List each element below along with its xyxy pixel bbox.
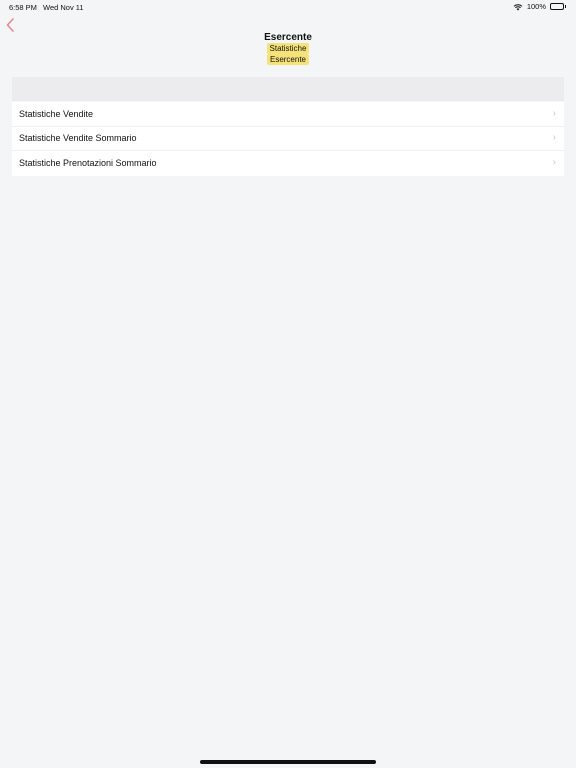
list-item-statistiche-vendite-sommario[interactable]: Statistiche Vendite Sommario › (12, 127, 564, 151)
list-item-statistiche-prenotazioni-sommario[interactable]: Statistiche Prenotazioni Sommario › (12, 151, 564, 176)
breadcrumb-item: Esercente (266, 54, 310, 65)
navigation-bar: Esercente Statistiche Esercente (0, 14, 576, 70)
section-header (12, 77, 564, 101)
chevron-right-icon: › (552, 157, 556, 169)
battery-tip (565, 5, 566, 8)
status-right: 100% (513, 2, 566, 11)
chevron-left-icon (6, 18, 14, 32)
list-item-statistiche-vendite[interactable]: Statistiche Vendite › (12, 102, 564, 127)
statistics-list: Statistiche Vendite › Statistiche Vendit… (12, 102, 564, 176)
page-title: Esercente (264, 32, 312, 43)
status-time: 6:58 PM (9, 3, 37, 12)
status-date: Wed Nov 11 (43, 3, 84, 12)
home-indicator (200, 760, 376, 764)
wifi-icon (513, 3, 523, 11)
list-item-label: Statistiche Vendite Sommario (19, 133, 137, 144)
back-button[interactable] (4, 17, 18, 33)
breadcrumb-item: Statistiche (266, 43, 310, 54)
battery-percent: 100% (526, 2, 546, 11)
list-item-label: Statistiche Prenotazioni Sommario (19, 158, 157, 169)
breadcrumb: Statistiche Esercente (0, 43, 576, 65)
list-item-label: Statistiche Vendite (19, 108, 94, 119)
status-bar: 6:58 PM Wed Nov 11 100% (0, 0, 576, 14)
chevron-right-icon: › (552, 132, 556, 144)
battery-icon (550, 3, 564, 10)
chevron-right-icon: › (552, 107, 556, 119)
